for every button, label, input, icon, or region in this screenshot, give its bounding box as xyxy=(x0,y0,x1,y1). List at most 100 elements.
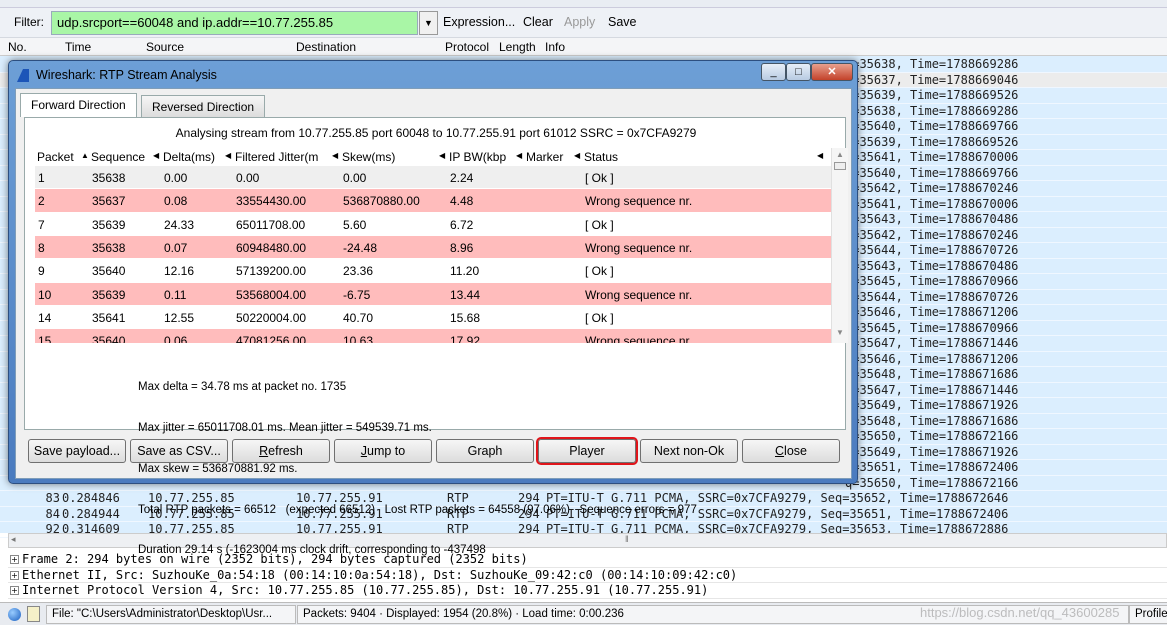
table-row[interactable]: 10 35639 0.11 53568004.00 -6.75 13.44 Wrong se… xyxy=(35,282,831,306)
col-time[interactable]: Time xyxy=(65,40,91,54)
header-delta-ms[interactable]: Delta(ms) xyxy=(163,150,223,164)
tab-forward-direction[interactable]: Forward Direction xyxy=(20,93,137,117)
table-row[interactable]: 8 35638 0.07 60948480.00 -24.48 8.96 Wrong seq… xyxy=(35,235,831,260)
save-as-csv-button[interactable]: Save as CSV... xyxy=(130,439,228,463)
capture-comment-icon[interactable] xyxy=(27,606,40,622)
expand-icon[interactable]: + xyxy=(10,586,19,595)
scroll-down-icon[interactable]: ▼ xyxy=(836,328,844,337)
header-filtered-jitter-m[interactable]: Filtered Jitter(m xyxy=(235,150,330,164)
clear-button[interactable]: Clear xyxy=(523,15,553,29)
col-destination[interactable]: Destination xyxy=(296,40,356,54)
packet-info: q=35637, Time=1788669046 xyxy=(845,72,1019,87)
save-payload-button[interactable]: Save payload... xyxy=(28,439,126,463)
cell-skew: 0.00 xyxy=(343,171,367,185)
cell-sequence: 35640 xyxy=(92,264,126,279)
packet-info: q=35644, Time=1788670726 xyxy=(845,243,1019,257)
status-profile[interactable]: Profile: D xyxy=(1129,605,1167,624)
table-row[interactable]: 9 35640 12.16 57139200.00 23.36 11.20 [ Ok ] xyxy=(35,259,831,283)
filter-input[interactable]: udp.srcport==60048 and ip.addr==10.77.25… xyxy=(51,11,418,35)
packet-info: q=35647, Time=1788671446 xyxy=(845,382,1019,397)
cell-ip-bw: 6.72 xyxy=(450,217,474,232)
table-vertical-scrollbar[interactable]: ▲ ▼ xyxy=(831,148,848,343)
column-resize-arrow-icon: ◀ xyxy=(817,151,824,160)
packet-time: 0.284846 xyxy=(62,491,120,505)
packet-list-header: No. Time Source Destination Protocol Len… xyxy=(0,38,1167,56)
cell-status: [ Ok ] xyxy=(585,171,614,185)
refresh-button[interactable]: Refresh xyxy=(232,439,330,463)
scroll-left-icon[interactable]: ◂ xyxy=(11,534,16,545)
close-window-button[interactable]: ✕ xyxy=(811,63,853,81)
cell-skew: 23.36 xyxy=(343,264,374,279)
col-protocol[interactable]: Protocol xyxy=(445,40,489,54)
cell-packet: 7 xyxy=(38,217,45,232)
cell-delta: 0.11 xyxy=(164,287,187,302)
save-button[interactable]: Save xyxy=(608,15,637,29)
table-row[interactable]: 2 35637 0.08 33554430.00 536870880.00 4.48 Wro… xyxy=(35,189,831,213)
graph-button[interactable]: Graph xyxy=(436,439,534,463)
cell-status: Wrong sequence nr. xyxy=(585,287,693,302)
close-button[interactable]: Close xyxy=(742,439,840,463)
next-non-ok-button[interactable]: Next non-Ok xyxy=(640,439,738,463)
header-skew-ms[interactable]: Skew(ms) xyxy=(342,150,437,164)
scroll-thumb[interactable] xyxy=(834,162,846,170)
cell-delta: 0.00 xyxy=(164,171,188,185)
column-resize-arrow-icon: ◀ xyxy=(153,151,160,160)
apply-button[interactable]: Apply xyxy=(564,15,595,29)
player-button[interactable]: Player xyxy=(536,437,638,465)
packet-info: q=35648, Time=1788671686 xyxy=(845,367,1019,381)
expand-icon[interactable]: + xyxy=(10,555,19,564)
cell-filtered-jitter: 60948480.00 xyxy=(236,240,307,255)
packet-no: 83 xyxy=(45,491,60,505)
cell-sequence: 35637 xyxy=(92,194,126,209)
cell-sequence: 35638 xyxy=(92,240,126,255)
cell-packet: 8 xyxy=(38,240,45,255)
cell-filtered-jitter: 47081256.00 xyxy=(236,334,307,343)
packet-info: q=35648, Time=1788671686 xyxy=(845,413,1019,428)
cell-sequence: 35639 xyxy=(92,287,126,302)
col-info[interactable]: Info xyxy=(545,40,565,54)
detail-row-ip[interactable]: + Internet Protocol Version 4, Src: 10.77… xyxy=(8,583,1167,599)
cell-sequence: 35639 xyxy=(92,217,126,232)
header-marker[interactable]: Marker xyxy=(526,150,572,164)
minimize-button[interactable]: _ xyxy=(761,63,786,81)
packet-info: q=35642, Time=1788670246 xyxy=(845,227,1019,242)
maximize-button[interactable]: □ xyxy=(786,63,811,81)
column-resize-arrow-icon: ◀ xyxy=(225,151,232,160)
packet-info: q=35645, Time=1788670966 xyxy=(845,274,1019,288)
expression-button[interactable]: Expression... xyxy=(443,15,515,29)
cell-delta: 0.06 xyxy=(164,334,188,343)
header-ip-bw-kbp[interactable]: IP BW(kbp xyxy=(449,150,514,164)
table-row[interactable]: 15 35640 0.06 47081256.00 10.63 17.92 Wrong se… xyxy=(35,329,831,343)
header-status[interactable]: Status xyxy=(584,150,618,164)
scroll-up-icon[interactable]: ▲ xyxy=(836,150,844,159)
status-file: File: "C:\Users\Administrator\Desktop\Us… xyxy=(46,605,296,624)
packet-info: q=35650, Time=1788672166 xyxy=(845,429,1019,443)
header-packet[interactable]: Packet xyxy=(37,150,79,164)
packet-time: 0.284944 xyxy=(62,506,120,521)
packet-info: q=35651, Time=1788672406 xyxy=(845,460,1019,474)
expand-icon[interactable]: + xyxy=(10,570,19,580)
col-no[interactable]: No. xyxy=(8,40,27,54)
forward-direction-panel: Analysing stream from 10.77.255.85 port … xyxy=(24,117,848,556)
column-resize-arrow-icon: ◀ xyxy=(332,151,339,160)
col-source[interactable]: Source xyxy=(146,40,184,54)
filter-dropdown-button[interactable]: ▼ xyxy=(419,11,438,35)
packet-info: q=35645, Time=1788670966 xyxy=(845,320,1019,335)
packet-info: q=35638, Time=1788669286 xyxy=(845,103,1019,118)
cell-packet: 2 xyxy=(38,194,45,209)
column-resize-arrow-icon: ◀ xyxy=(574,151,581,160)
cell-status: [ Ok ] xyxy=(585,310,614,325)
col-length[interactable]: Length xyxy=(499,40,536,54)
dialog-title: Wireshark: RTP Stream Analysis xyxy=(36,68,217,82)
table-row[interactable]: 1 35638 0.00 0.00 0.00 2.24 [ Ok ] xyxy=(35,166,831,190)
cell-delta: 0.07 xyxy=(164,240,188,255)
jump-to-button[interactable]: Jump to xyxy=(334,439,432,463)
tab-reversed-direction[interactable]: Reversed Direction xyxy=(141,95,266,118)
cell-packet: 15 xyxy=(38,334,52,343)
table-row[interactable]: 14 35641 12.55 50220004.00 40.70 15.68 [ Ok ] xyxy=(35,306,831,330)
expert-info-icon[interactable] xyxy=(8,608,21,621)
stat-total-packets: Total RTP packets = 66512 (expected 6651… xyxy=(138,503,697,516)
table-row[interactable]: 7 35639 24.33 65011708.00 5.60 6.72 [ Ok ] xyxy=(35,213,831,236)
header-sequence[interactable]: Sequence xyxy=(91,150,151,164)
packet-info: q=35642, Time=1788670246 xyxy=(845,181,1019,195)
